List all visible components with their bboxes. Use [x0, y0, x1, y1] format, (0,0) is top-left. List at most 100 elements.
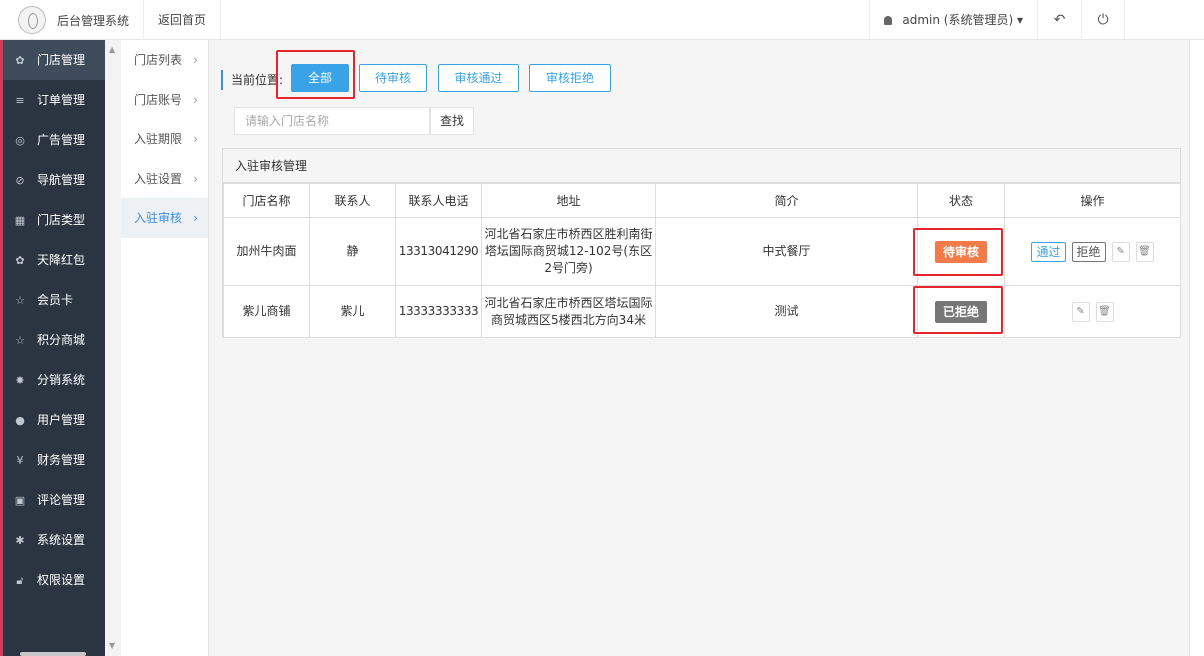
breadcrumb: 当前位置: [221, 70, 283, 90]
sidebar-item-permissions[interactable]: 🔓︎ 权限设置 [3, 560, 105, 600]
sidebar-item-orders[interactable]: ≡ 订单管理 [3, 80, 105, 120]
sidebar-item-label: 广告管理 [37, 133, 86, 147]
sidebar-item-label: 订单管理 [37, 93, 86, 107]
back-icon[interactable]: ↶ [1037, 0, 1081, 40]
intro: 测试 [655, 285, 918, 338]
approve-button[interactable]: 通过 [1031, 241, 1066, 262]
sidebar-item-label: 门店管理 [37, 53, 86, 67]
sidebar-item-redpacket[interactable]: ✿ 天降红包 [3, 240, 105, 280]
sidebar-item-label: 权限设置 [37, 573, 86, 587]
panel-title: 入驻审核管理 [223, 149, 1180, 183]
table-row: 紫儿商铺 紫儿 13333333333 河北省石家庄市桥西区塔坛国际商贸城西区5… [223, 285, 1181, 338]
filter-approved-button[interactable]: 审核通过 [438, 64, 519, 92]
subnav-item-label: 门店列表 [134, 53, 183, 67]
yen-icon: ¥ [16, 454, 24, 467]
home-link[interactable]: 返回首页 [143, 0, 222, 40]
app-title: 后台管理系统 [57, 14, 130, 28]
sidebar-item-store-types[interactable]: ▦ 门店类型 [3, 200, 105, 240]
money-icon: ▣ [14, 494, 26, 507]
search-input[interactable]: 请输入门店名称 [234, 107, 430, 135]
sidebar-item-member-card[interactable]: ☆ 会员卡 [3, 280, 105, 320]
subnav-item-label: 入驻审核 [134, 211, 183, 225]
scroll-up-icon[interactable]: ▲ [109, 45, 115, 54]
top-bar: 后台管理系统 返回首页 admin (系统管理员) ▾ ↶ ⏻ [0, 0, 1204, 40]
list-icon: ≡ [15, 94, 25, 107]
address: 河北省石家庄市桥西区胜利南街塔坛国际商贸城12-102号(东区2号门旁) [481, 217, 656, 286]
sidebar-item-stores[interactable]: ✿ 门店管理 [3, 40, 105, 80]
sidebar-item-distribution[interactable]: ✸ 分销系统 [3, 360, 105, 400]
user-icon [884, 16, 893, 25]
subnav-item-store-list[interactable]: 门店列表 › [121, 40, 208, 80]
filter-rejected-button[interactable]: 审核拒绝 [529, 64, 611, 92]
redpacket-icon: ✿ [15, 254, 25, 267]
sidebar-scrollbar[interactable]: ▲ ▼ [105, 40, 121, 656]
trash-icon[interactable]: 🗑︎ [1135, 241, 1154, 262]
sidebar-item-label: 积分商城 [37, 333, 86, 347]
stores-icon: ✿ [15, 54, 25, 67]
subnav-item-entry-settings[interactable]: 入驻设置 › [121, 159, 208, 199]
scroll-down-icon[interactable]: ▼ [109, 641, 115, 650]
star-icon: ☆ [15, 334, 25, 347]
column-header: 联系人 [309, 183, 396, 218]
contact-phone: 13313041290 [395, 217, 482, 286]
subnav-item-term[interactable]: 入驻期限 › [121, 119, 208, 159]
subnav-item-entry-review[interactable]: 入驻审核 › [121, 198, 208, 238]
sidebar-item-settings[interactable]: ✱ 系统设置 [3, 520, 105, 560]
main-content: 当前位置: 全部 待审核 审核通过 审核拒绝 请输入门店名称 查找 入驻审核管理… [209, 40, 1189, 656]
sidebar-item-label: 门店类型 [37, 213, 86, 227]
sidebar-item-ads[interactable]: ◎ 广告管理 [3, 120, 105, 160]
subnav-item-store-accounts[interactable]: 门店账号 › [121, 80, 208, 120]
column-header: 联系人电话 [395, 183, 482, 218]
column-header: 简介 [655, 183, 918, 218]
search-button[interactable]: 查找 [430, 107, 474, 135]
sidebar-item-finance[interactable]: ¥ 财务管理 [3, 440, 105, 480]
sidebar-item-comments[interactable]: ▣ 评论管理 [3, 480, 105, 520]
chevron-right-icon: › [193, 171, 198, 186]
lock-icon: 🔓︎ [16, 574, 24, 587]
contact-phone: 13333333333 [395, 285, 482, 338]
reject-button[interactable]: 拒绝 [1071, 241, 1106, 262]
review-table: 门店名称 联系人 联系人电话 地址 简介 状态 操作 加州牛肉面 静 13313… [223, 183, 1181, 338]
lifebuoy-icon: ◎ [15, 134, 25, 147]
actions-cell: 通过 拒绝 ✎ 🗑︎ [1004, 217, 1181, 286]
page-scrollbar[interactable] [1189, 40, 1204, 656]
contact-name: 紫儿 [309, 285, 396, 338]
subnav-item-label: 入驻设置 [134, 171, 183, 186]
sub-nav: 门店列表 › 门店账号 › 入驻期限 › 入驻设置 › 入驻审核 › [121, 40, 209, 656]
sidebar: ✿ 门店管理 ≡ 订单管理 ◎ 广告管理 ⊘ 导航管理 ▦ 门店类型 ✿ 天降红包 ☆ 会员卡… [0, 40, 105, 656]
filter-pending-button[interactable]: 待审核 [359, 64, 427, 92]
sidebar-item-label: 用户管理 [37, 413, 86, 427]
horizontal-scrollbar[interactable] [20, 652, 86, 656]
sidebar-item-label: 天降红包 [37, 253, 86, 267]
subnav-item-label: 入驻期限 [134, 132, 183, 146]
chevron-right-icon: › [193, 211, 198, 225]
chevron-right-icon: › [193, 53, 198, 67]
status-cell: 已拒绝 [913, 285, 1005, 338]
sidebar-item-points-mall[interactable]: ☆ 积分商城 [3, 320, 105, 360]
store-name: 紫儿商铺 [223, 285, 310, 338]
store-name: 加州牛肉面 [223, 217, 310, 286]
edit-icon[interactable]: ✎ [1071, 301, 1090, 322]
status-cell: 待审核 [913, 217, 1005, 286]
column-header: 状态 [917, 183, 1005, 218]
edit-icon[interactable]: ✎ [1111, 241, 1130, 262]
sidebar-item-label: 会员卡 [37, 293, 74, 307]
users-icon: ✸ [15, 374, 25, 387]
highlight-box [913, 286, 1003, 334]
sidebar-item-nav[interactable]: ⊘ 导航管理 [3, 160, 105, 200]
chevron-right-icon: › [193, 92, 198, 107]
power-icon[interactable]: ⏻ [1081, 0, 1125, 40]
actions-cell: ✎ 🗑︎ [1004, 285, 1181, 338]
user-label: admin (系统管理员) [902, 13, 1014, 27]
star-icon: ☆ [15, 294, 25, 307]
logo-icon [18, 6, 46, 34]
user-menu[interactable]: admin (系统管理员) ▾ [869, 0, 1037, 40]
sidebar-item-label: 系统设置 [37, 533, 86, 547]
address: 河北省石家庄市桥西区塔坛国际商贸城西区5楼西北方向34米 [481, 285, 656, 338]
sidebar-item-label: 导航管理 [37, 173, 86, 187]
subnav-item-label: 门店账号 [134, 92, 183, 107]
trash-icon[interactable]: 🗑︎ [1095, 301, 1114, 322]
sidebar-item-label: 财务管理 [37, 453, 86, 467]
sidebar-item-users[interactable]: ● 用户管理 [3, 400, 105, 440]
table-header-row: 门店名称 联系人 联系人电话 地址 简介 状态 操作 [223, 183, 1181, 218]
